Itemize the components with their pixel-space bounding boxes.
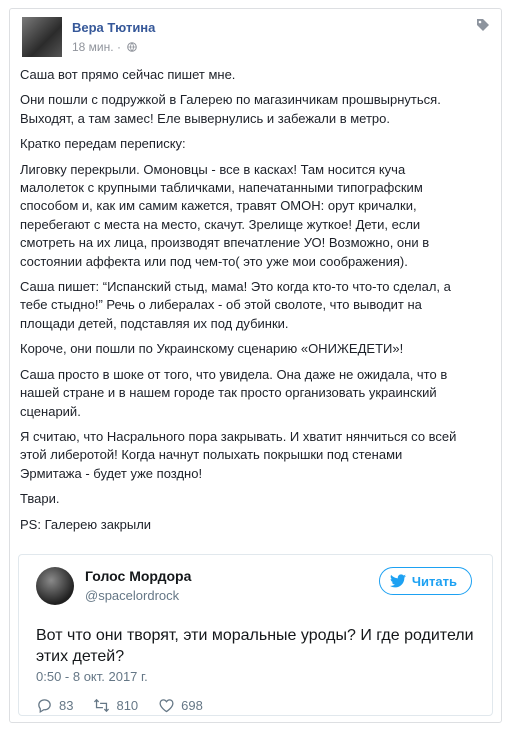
- post-meta: 18 мин. ·: [72, 40, 138, 54]
- tweet-author-name[interactable]: Голос Мордора: [85, 568, 191, 584]
- follow-label: Читать: [411, 573, 457, 589]
- follow-button[interactable]: Читать: [378, 567, 472, 595]
- tweet-avatar[interactable]: [36, 567, 74, 605]
- post-paragraph: Саша просто в шоке от того, что увидела.…: [20, 366, 448, 419]
- retweet-icon: [94, 698, 110, 713]
- retweet-count: 810: [116, 698, 139, 713]
- tag-icon[interactable]: [475, 17, 491, 33]
- like-action[interactable]: 698: [158, 697, 203, 714]
- post-paragraph: Саша пишет: “Испанский стыд, мама! Это к…: [20, 279, 451, 331]
- reply-count: 83: [59, 698, 74, 713]
- author-avatar[interactable]: [22, 17, 62, 57]
- reply-action[interactable]: 83: [36, 697, 73, 714]
- embedded-tweet[interactable]: Голос Мордора @spacelordrock Читать Вот …: [18, 554, 493, 716]
- post-paragraph: Кратко передам переписку:: [20, 136, 186, 152]
- post-paragraph: Короче, они пошли по Украинскому сценари…: [20, 341, 404, 357]
- retweet-action[interactable]: 810: [93, 697, 138, 714]
- like-icon: [159, 699, 174, 713]
- author-name[interactable]: Вера Тютина: [72, 20, 155, 35]
- post-paragraph: Твари.: [20, 491, 60, 507]
- post-paragraph: Они пошли с подружкой в Галерею по магаз…: [20, 92, 441, 126]
- post-paragraph: Саша вот прямо сейчас пишет мне.: [20, 67, 236, 82]
- facebook-post: Вера Тютина 18 мин. · Саша вот прямо сей…: [9, 8, 502, 723]
- tweet-author-handle[interactable]: @spacelordrock: [85, 588, 179, 603]
- like-count: 698: [181, 698, 203, 713]
- post-paragraph: Я считаю, что Насрального пора закрывать…: [20, 428, 457, 481]
- tweet-actions: 83 810 698: [36, 697, 223, 714]
- tweet-date[interactable]: 0:50 - 8 окт. 2017 г.: [36, 669, 148, 684]
- post-body: Саша вот прямо сейчас пишет мне. Они пош…: [20, 66, 490, 541]
- post-paragraph: PS: Галерею закрыли: [20, 516, 152, 532]
- meta-separator: ·: [116, 40, 121, 54]
- post-paragraph: Лиговку перекрыли. Омоновцы - все в каск…: [20, 161, 430, 269]
- reply-icon: [38, 699, 51, 714]
- twitter-bird-icon: [389, 574, 406, 588]
- tweet-text: Вот что они творят, эти моральные уроды?…: [36, 627, 474, 665]
- globe-icon: [127, 42, 138, 52]
- post-time[interactable]: 18 мин.: [72, 40, 114, 54]
